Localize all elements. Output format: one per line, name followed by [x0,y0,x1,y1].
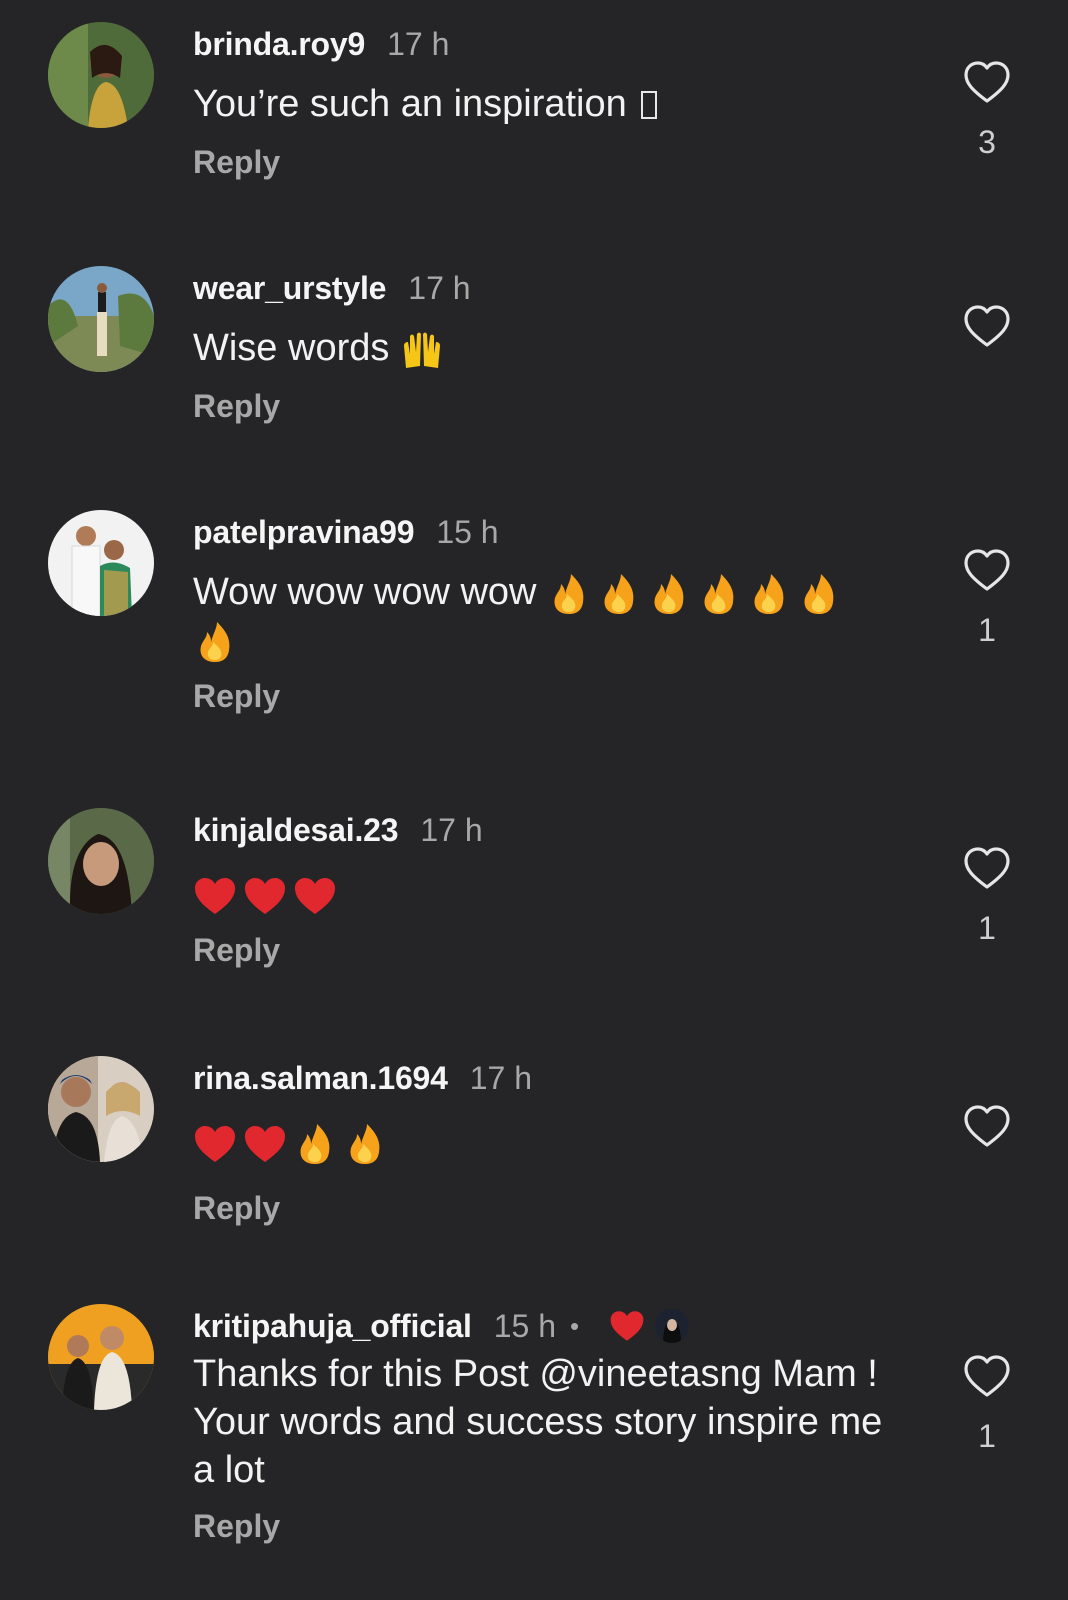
timestamp: 17 h [408,269,471,306]
fire-emoji-icon [547,572,591,616]
emoji-row [193,620,237,664]
username[interactable]: kritipahuja_official [193,1308,472,1345]
comment-meta: brinda.roy9 17 h [193,24,449,64]
like-count: 1 [978,910,996,946]
like-count: 1 [978,1418,996,1454]
fire-emoji-icon [293,1122,337,1166]
avatar[interactable] [48,808,154,914]
comment-text: Wow wow wow wow [193,568,893,664]
emoji-row [193,1122,387,1166]
like-count: 3 [978,124,996,160]
reply-button[interactable]: Reply [193,1508,280,1545]
emoji-row [400,328,444,372]
like-heart-icon[interactable] [962,844,1012,894]
comment-body: Wow wow wow wow [193,571,537,613]
like-count: 1 [978,612,996,648]
reply-button[interactable]: Reply [193,1190,280,1227]
comment-text [193,1118,893,1166]
avatar[interactable] [48,510,154,616]
red-heart-emoji-icon [193,874,237,918]
fire-emoji-icon [343,1122,387,1166]
separator-dot: • [570,1310,580,1341]
like-heart-icon[interactable] [962,58,1012,108]
reply-button[interactable]: Reply [193,388,280,425]
like-heart-icon[interactable] [962,546,1012,596]
username[interactable]: rina.salman.1694 [193,1060,448,1097]
comment-text [193,870,893,918]
creator-liked-heart-icon [609,1308,645,1344]
reply-button[interactable]: Reply [193,678,280,715]
reply-button[interactable]: Reply [193,144,280,181]
fire-emoji-icon [597,572,641,616]
fire-emoji-icon [697,572,741,616]
comment-meta: patelpravina99 15 h [193,512,499,552]
like-heart-icon[interactable] [962,302,1012,352]
reply-button[interactable]: Reply [193,932,280,969]
timestamp: 17 h [469,1059,533,1096]
fire-emoji-icon [747,572,791,616]
red-heart-emoji-icon [293,874,337,918]
comment-meta: wear_urstyle 17 h [193,268,471,308]
creator-avatar [655,1309,690,1343]
missing-emoji-glyph [641,91,658,119]
timestamp: 15 h [493,1307,557,1344]
avatar[interactable] [48,1304,154,1410]
timestamp: 17 h [420,811,483,848]
comment-body: Wise words [193,327,390,369]
timestamp: 15 h [436,513,499,550]
comment-text: You’re such an inspiration [193,80,893,128]
comment-body: Thanks for this Post @vineetasng Mam ! Y… [193,1353,883,1491]
comment-meta: kritipahuja_official 15 h • [193,1306,690,1346]
avatar[interactable] [48,1056,154,1162]
username[interactable]: patelpravina99 [193,514,415,551]
fire-emoji-icon [647,572,691,616]
comment-text: Thanks for this Post @vineetasng Mam ! Y… [193,1350,883,1494]
raising-hands-emoji-icon [400,328,444,372]
comment-text: Wise words [193,324,893,372]
fire-emoji-icon [797,572,841,616]
comment-meta: kinjaldesai.23 17 h [193,810,483,850]
red-heart-emoji-icon [243,1122,287,1166]
red-heart-emoji-icon [193,1122,237,1166]
comment-body: You’re such an inspiration [193,83,627,125]
username[interactable]: wear_urstyle [193,270,386,307]
avatar[interactable] [48,266,154,372]
username[interactable]: kinjaldesai.23 [193,812,399,849]
like-heart-icon[interactable] [962,1102,1012,1152]
emoji-row [193,874,337,918]
red-heart-emoji-icon [243,874,287,918]
emoji-row [547,572,841,616]
timestamp: 17 h [387,25,450,62]
fire-emoji-icon [193,620,237,664]
like-heart-icon[interactable] [962,1352,1012,1402]
comment-meta: rina.salman.1694 17 h [193,1058,532,1098]
username[interactable]: brinda.roy9 [193,26,365,63]
avatar[interactable] [48,22,154,128]
